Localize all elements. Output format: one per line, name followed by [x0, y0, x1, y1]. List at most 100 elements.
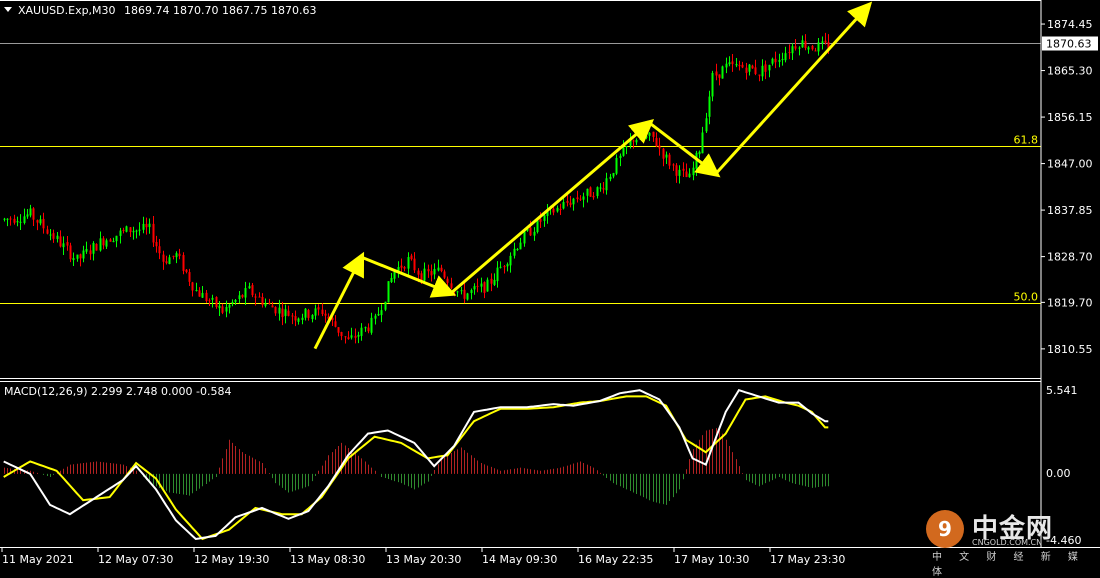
candle-body — [466, 293, 469, 300]
candle-body — [390, 278, 393, 283]
candle-body — [430, 271, 433, 276]
candle-body — [622, 147, 625, 156]
candle-body — [433, 269, 436, 275]
candle-body — [384, 301, 387, 310]
time-tick-label: 11 May 2021 — [2, 553, 74, 566]
candle-body — [357, 334, 360, 337]
candle-body — [278, 307, 281, 314]
candle-body — [241, 294, 244, 298]
candle-body — [364, 327, 367, 329]
candle-body — [155, 242, 158, 247]
macd-main-line — [3, 389, 829, 541]
candle-body — [794, 46, 797, 49]
candle-body — [711, 72, 714, 97]
candle-body — [791, 46, 794, 54]
candle-body — [340, 332, 343, 337]
candle-body — [817, 42, 820, 52]
candle-body — [814, 50, 817, 52]
candle-body — [109, 239, 112, 242]
candle-body — [788, 51, 791, 53]
candle-body — [66, 242, 69, 246]
candle-body — [579, 198, 582, 200]
candle-body — [201, 292, 204, 298]
candle-body — [205, 292, 208, 301]
candle-body — [513, 248, 516, 256]
candle-body — [460, 290, 463, 292]
price-tick-label: 1865.30 — [1047, 65, 1093, 78]
candle-body — [652, 131, 655, 137]
candle-body — [758, 74, 761, 76]
candle-body — [602, 188, 605, 190]
candle-body — [72, 258, 75, 261]
candle-body — [175, 253, 178, 258]
candle-body — [645, 136, 648, 138]
candle-body — [29, 208, 32, 216]
candle-body — [480, 283, 483, 287]
price-tick-label: 1874.45 — [1047, 18, 1093, 31]
time-tick-label: 13 May 08:30 — [290, 553, 365, 566]
watermark-en: CNGOLD.COM.CN — [972, 538, 1043, 547]
candle-body — [168, 257, 171, 265]
candle-body — [662, 148, 665, 159]
candle-body — [380, 310, 383, 316]
chart-canvas[interactable]: 61.8 50.0 XAUUSD.Exp,M30 1869.74 1870.70 … — [0, 0, 1100, 568]
candle-body — [728, 62, 731, 65]
candle-body — [162, 254, 165, 262]
candle-body — [56, 235, 59, 239]
candle-body — [9, 218, 12, 220]
price-tick-label: 1856.15 — [1047, 111, 1093, 124]
price-tick-label: 1819.70 — [1047, 296, 1093, 309]
candle-body — [715, 71, 718, 76]
candles-layer — [3, 32, 830, 344]
candle-body — [446, 278, 449, 283]
candle-body — [360, 327, 363, 336]
candle-body — [619, 155, 622, 159]
candle-body — [506, 264, 509, 267]
candle-body — [698, 151, 701, 155]
candle-body — [294, 316, 297, 321]
candle-body — [582, 196, 585, 200]
candle-body — [496, 267, 499, 282]
candle-body — [314, 308, 317, 316]
candle-body — [493, 279, 496, 285]
symbol-dropdown-icon[interactable] — [4, 7, 12, 12]
candle-body — [258, 296, 261, 298]
candle-body — [95, 243, 98, 251]
candle-body — [324, 313, 327, 316]
candle-body — [221, 306, 224, 313]
time-tick-label: 17 May 23:30 — [770, 553, 845, 566]
candle-body — [152, 223, 155, 243]
candle-body — [85, 248, 88, 252]
candle-body — [62, 243, 65, 248]
candle-body — [635, 139, 638, 143]
candle-body — [115, 235, 118, 242]
candle-body — [599, 187, 602, 189]
candle-body — [731, 61, 734, 65]
candle-body — [490, 278, 493, 284]
candle-body — [208, 300, 211, 302]
trend-arrow[interactable] — [714, 1, 873, 175]
candle-body — [413, 258, 416, 271]
candle-body — [708, 96, 711, 117]
candle-body — [281, 308, 284, 318]
candle-body — [82, 250, 85, 259]
candle-body — [470, 290, 473, 293]
candle-body — [238, 295, 241, 300]
candle-body — [79, 254, 82, 259]
trend-arrow[interactable] — [449, 119, 655, 295]
trend-arrow[interactable] — [360, 255, 457, 298]
candle-body — [195, 290, 198, 292]
candle-body — [784, 53, 787, 61]
candle-body — [450, 283, 453, 288]
candle-body — [102, 238, 105, 246]
candle-body — [423, 268, 426, 281]
macd-axis-top: 5.541 — [1046, 384, 1078, 397]
macd-signal-line — [3, 395, 829, 541]
candle-body — [751, 65, 754, 69]
candle-body — [509, 255, 512, 266]
candle-body — [768, 64, 771, 71]
candle-body — [344, 336, 347, 338]
candle-body — [218, 305, 221, 309]
candle-body — [437, 267, 440, 271]
candle-body — [26, 214, 29, 217]
